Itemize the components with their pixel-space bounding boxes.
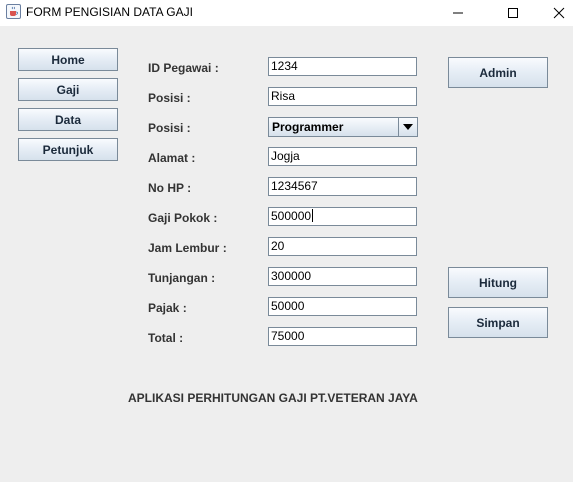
minimize-icon [453,12,463,14]
total-field[interactable]: 75000 [268,327,417,346]
window-title: FORM PENGISIAN DATA GAJI [26,5,193,19]
pajak-label: Pajak : [148,301,187,315]
nama-field[interactable]: Risa [268,87,417,106]
home-button[interactable]: Home [18,48,118,71]
posisi-combo-label: Posisi : [148,121,191,135]
close-button[interactable] [536,0,573,26]
data-button[interactable]: Data [18,108,118,131]
posisi-combobox[interactable]: Programmer [268,117,418,137]
total-label: Total : [148,331,184,345]
nohp-field[interactable]: 1234567 [268,177,417,196]
gaji-button[interactable]: Gaji [18,78,118,101]
close-icon [553,7,565,19]
petunjuk-button[interactable]: Petunjuk [18,138,118,161]
text-caret [312,209,314,222]
admin-button[interactable]: Admin [448,57,548,88]
alamat-label: Alamat : [148,151,196,165]
jam-lembur-label: Jam Lembur : [148,241,227,255]
minimize-button[interactable] [435,0,481,26]
alamat-field[interactable]: Jogja [268,147,417,166]
maximize-icon [508,8,518,18]
combo-dropdown-button[interactable] [398,118,417,136]
id-pegawai-field[interactable]: 1234 [268,57,417,76]
footer-caption: APLIKASI PERHITUNGAN GAJI PT.VETERAN JAY… [128,391,418,405]
simpan-button[interactable]: Simpan [448,307,548,338]
maximize-button[interactable] [490,0,536,26]
hitung-button[interactable]: Hitung [448,267,548,298]
window-titlebar: FORM PENGISIAN DATA GAJI [0,0,573,26]
tunjangan-label: Tunjangan : [148,271,216,285]
posisi-selected-value: Programmer [272,120,344,134]
posisi-label: Posisi : [148,91,191,105]
java-cup-icon [6,4,21,19]
gaji-pokok-field[interactable]: 500000 [268,207,417,226]
nohp-label: No HP : [148,181,192,195]
id-pegawai-label: ID Pegawai : [148,61,219,75]
chevron-down-icon [403,124,413,130]
gaji-pokok-label: Gaji Pokok : [148,211,218,225]
tunjangan-field[interactable]: 300000 [268,267,417,286]
gaji-pokok-value: 500000 [271,209,312,223]
pajak-field[interactable]: 50000 [268,297,417,316]
jam-lembur-field[interactable]: 20 [268,237,417,256]
